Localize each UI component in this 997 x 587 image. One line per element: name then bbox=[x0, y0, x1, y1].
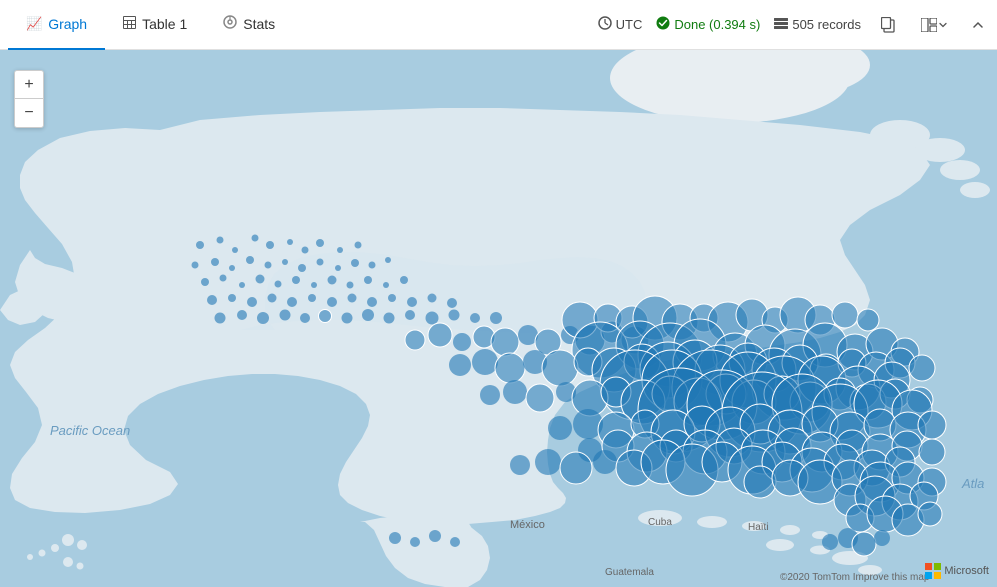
toolbar: 📈 Graph Table 1 Stats bbox=[0, 0, 997, 50]
records-count: 505 records bbox=[792, 17, 861, 32]
svg-text:©2020 TomTom Improve this map: ©2020 TomTom Improve this map bbox=[780, 572, 930, 583]
tab-graph-label: Graph bbox=[48, 16, 87, 32]
tab-stats-label: Stats bbox=[243, 16, 275, 32]
status-text: Done (0.394 s) bbox=[674, 17, 760, 32]
timezone-indicator: UTC bbox=[598, 16, 643, 33]
zoom-in-button[interactable]: + bbox=[15, 71, 43, 99]
zoom-out-button[interactable]: − bbox=[15, 99, 43, 127]
records-indicator: 505 records bbox=[774, 17, 861, 32]
svg-text:México: México bbox=[510, 519, 545, 531]
microsoft-icon bbox=[925, 563, 941, 579]
graph-icon: 📈 bbox=[26, 16, 42, 32]
microsoft-label: Microsoft bbox=[944, 565, 989, 577]
map-container: Pacific Ocean Atla México Cuba Haïti Gua… bbox=[0, 50, 997, 587]
toolbar-right: UTC Done (0.394 s) 505 records bbox=[598, 13, 989, 37]
svg-text:Atla: Atla bbox=[961, 476, 984, 491]
records-icon bbox=[774, 17, 788, 32]
copy-button[interactable] bbox=[875, 13, 901, 37]
tab-stats[interactable]: Stats bbox=[205, 0, 293, 50]
svg-text:Guatemala: Guatemala bbox=[605, 567, 654, 578]
microsoft-logo: Microsoft bbox=[925, 563, 989, 579]
status-indicator: Done (0.394 s) bbox=[656, 16, 760, 33]
tab-table[interactable]: Table 1 bbox=[105, 0, 205, 50]
clock-icon bbox=[598, 16, 612, 33]
timezone-label: UTC bbox=[616, 17, 643, 32]
table-icon bbox=[123, 16, 136, 32]
collapse-button[interactable] bbox=[967, 17, 989, 33]
layout-button[interactable] bbox=[915, 14, 953, 36]
check-icon bbox=[656, 16, 670, 33]
zoom-controls: + − bbox=[14, 70, 44, 128]
svg-text:Haïti: Haïti bbox=[748, 522, 769, 533]
tab-table-label: Table 1 bbox=[142, 16, 187, 32]
svg-text:Pacific Ocean: Pacific Ocean bbox=[50, 423, 130, 438]
map-background: Pacific Ocean Atla México Cuba Haïti Gua… bbox=[0, 50, 997, 587]
tab-graph[interactable]: 📈 Graph bbox=[8, 0, 105, 50]
stats-icon bbox=[223, 15, 237, 32]
svg-text:Cuba: Cuba bbox=[648, 517, 672, 528]
